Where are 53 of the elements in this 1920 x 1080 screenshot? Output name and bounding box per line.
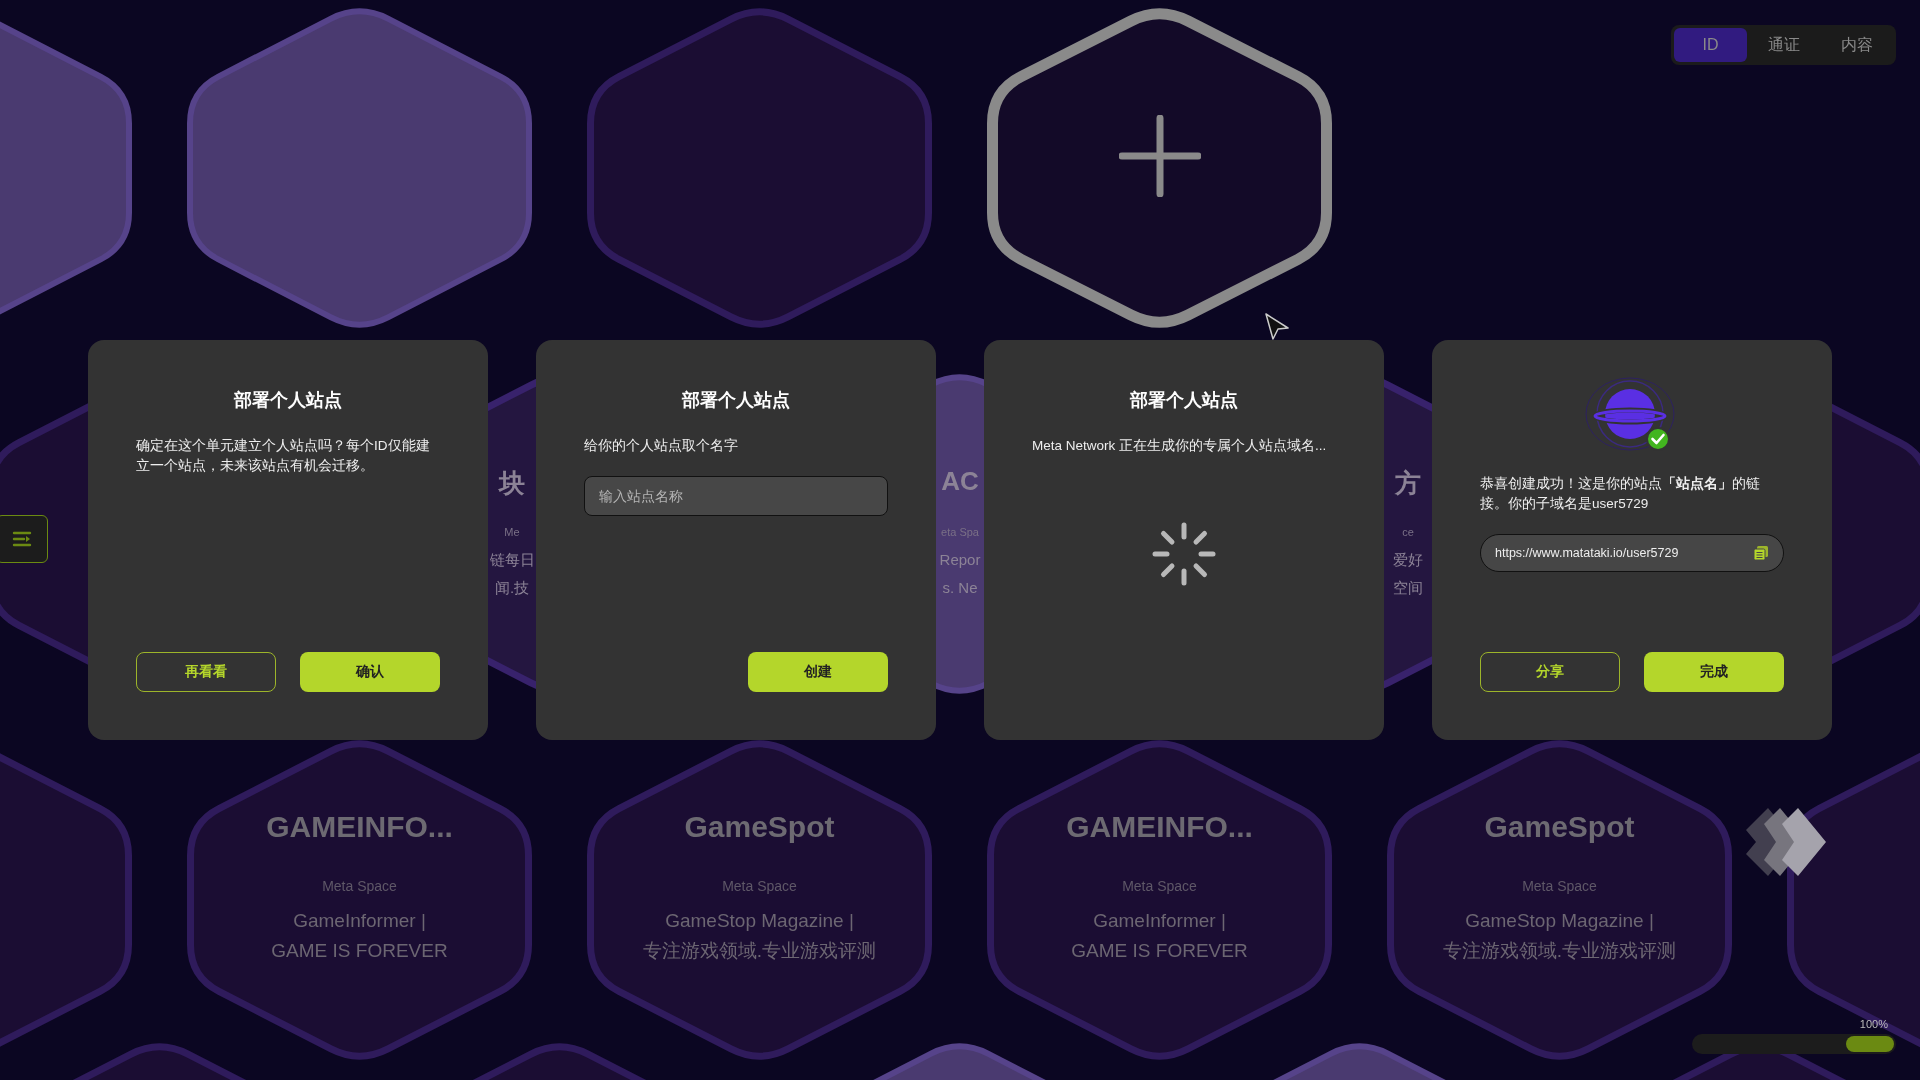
dialog-message: 确定在这个单元建立个人站点吗？每个ID仅能建立一个站点，未来该站点有机会迁移。 xyxy=(136,437,431,475)
menu-icon xyxy=(12,531,32,547)
dialog-message: Meta Network 正在生成你的专属个人站点域名... xyxy=(1032,437,1328,455)
tile-title: GAMEINFO... xyxy=(1066,810,1253,844)
tab[interactable]: 通证 xyxy=(1747,28,1820,62)
dialog-message: 给你的个人站点取个名字 xyxy=(584,437,739,455)
copy-icon[interactable] xyxy=(1753,545,1769,561)
tile-description: s. Ne xyxy=(942,578,978,598)
tile-description: 空间 xyxy=(1393,578,1423,598)
secondary-button[interactable]: 再看看 xyxy=(136,652,276,692)
zoom-slider[interactable] xyxy=(1692,1034,1896,1054)
primary-button[interactable]: 确认 xyxy=(300,652,440,692)
dialog-title: 部署个人站点 xyxy=(681,389,791,412)
menu-button[interactable] xyxy=(0,515,48,563)
tile-description: GameInformer | xyxy=(1093,909,1226,933)
spinner-icon xyxy=(1152,522,1216,586)
dialog-title: 部署个人站点 xyxy=(233,389,343,412)
tile-subtitle: ce xyxy=(1402,526,1414,538)
zoom-reading: 100% xyxy=(1859,1018,1888,1030)
site-name-input[interactable]: 输入站点名称 xyxy=(584,476,888,516)
tile-description: GAME IS FOREVER xyxy=(271,939,448,963)
plus-icon[interactable] xyxy=(1118,115,1201,197)
tile-subtitle: Meta Space xyxy=(1122,878,1197,894)
tile-title: GAMEINFO... xyxy=(266,810,453,844)
secondary-button[interactable]: 分享 xyxy=(1480,652,1620,692)
tile-title: GameSpot xyxy=(684,810,835,844)
tile-description: 专注游戏领域.专业游戏评测 xyxy=(1442,939,1677,963)
tile-subtitle: Meta Space xyxy=(322,878,397,894)
tile-description: GameStop Magazine | xyxy=(1465,909,1654,933)
link-field[interactable]: https://www.matataki.io/user5729 xyxy=(1480,534,1784,572)
tile-title: GameSpot xyxy=(1484,810,1635,844)
tile-description: 爱好 xyxy=(1393,550,1423,570)
tile-description: 链每日 xyxy=(489,550,535,570)
primary-button[interactable]: 完成 xyxy=(1644,652,1784,692)
cursor-icon xyxy=(1264,312,1290,342)
tile-subtitle: Meta Space xyxy=(722,878,797,894)
tile-description: GAME IS FOREVER xyxy=(1071,939,1248,963)
tile-description: GameStop Magazine | xyxy=(665,909,854,933)
tile-description: Repor xyxy=(939,550,981,570)
dialog-title: 部署个人站点 xyxy=(1129,389,1239,412)
tile-title: 方 xyxy=(1395,467,1421,500)
tile-description: 专注游戏领域.专业游戏评测 xyxy=(642,939,877,963)
tile-description: GameInformer | xyxy=(293,909,426,933)
tile-subtitle: Meta Space xyxy=(1522,878,1597,894)
tab[interactable]: ID xyxy=(1674,28,1747,62)
tile-description: 闻.技 xyxy=(494,578,530,598)
zoom-slider-thumb[interactable] xyxy=(1846,1036,1894,1052)
dialog-message: 恭喜创建成功！这是你的站点「站点名」的链接。你的子域名是user5729 xyxy=(1480,475,1761,513)
primary-button[interactable]: 创建 xyxy=(748,652,888,692)
tile-title: 块 xyxy=(499,467,525,500)
tab[interactable]: 内容 xyxy=(1820,28,1893,62)
tile-title: AC xyxy=(941,466,979,498)
tile-subtitle: Me xyxy=(504,526,520,538)
